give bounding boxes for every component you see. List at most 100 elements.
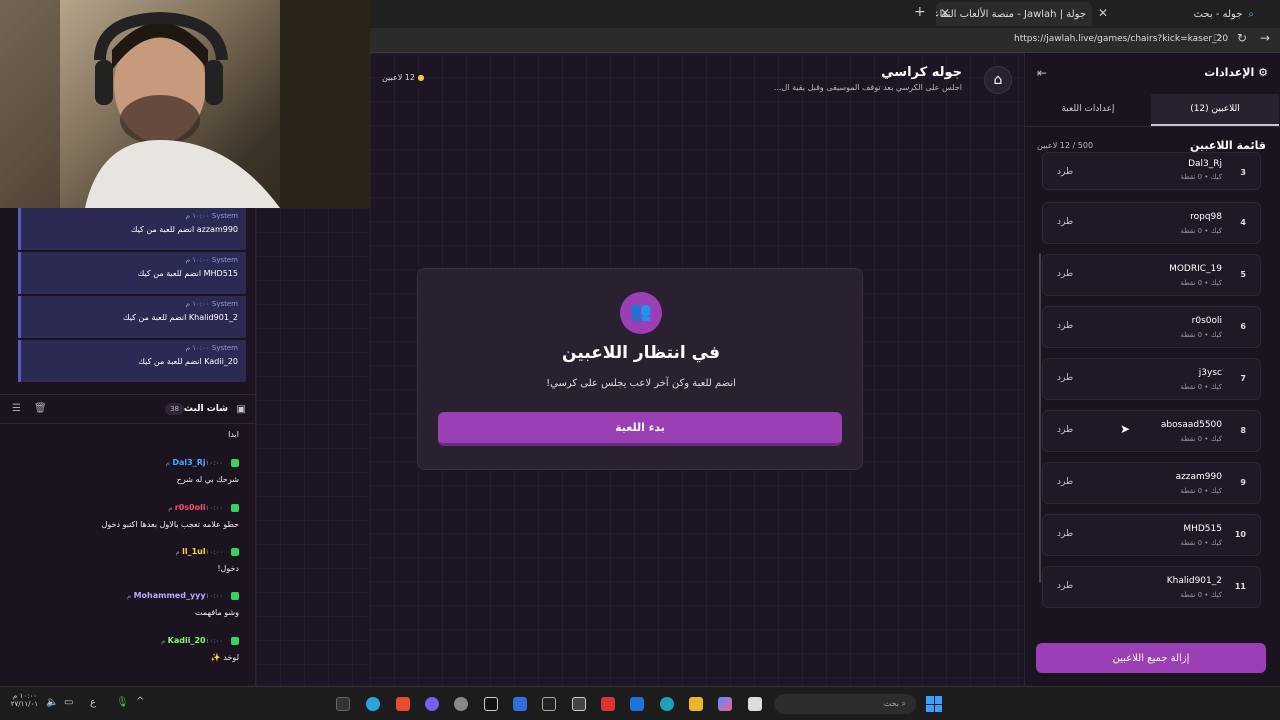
collapse-panel-icon[interactable]: ⇤: [1037, 66, 1047, 80]
window-icon[interactable]: [513, 697, 527, 711]
settings-icon[interactable]: [454, 697, 468, 711]
home-icon[interactable]: ⌂: [984, 66, 1012, 94]
folder-icon[interactable]: [689, 697, 703, 711]
kick-icon: [231, 503, 239, 512]
start-game-button[interactable]: بدء اللعبة: [438, 412, 842, 446]
windows-start-icon[interactable]: [926, 696, 942, 712]
edge-icon[interactable]: [660, 697, 674, 711]
chat-text: حطو علامه تعجب بالاول بعدها اكتبو دخول: [101, 520, 239, 529]
chevron-up-icon[interactable]: ^: [136, 696, 144, 707]
tab-label: جوله - بحث: [1193, 8, 1243, 20]
telegram-icon[interactable]: [366, 697, 380, 711]
player-meta: كيك • 0 نقطة: [1180, 331, 1222, 339]
system-message: System ١٠:٠٠ م Khalid901_2 انضم للعبة من…: [18, 296, 246, 338]
chat-text: شرحك بي له شرح: [176, 475, 239, 484]
kick-icon: [231, 458, 239, 467]
message-sender: System: [211, 344, 238, 352]
taskbar-search[interactable]: ⌕ بحث: [774, 694, 916, 714]
app-ctrl-icon[interactable]: [542, 697, 556, 711]
system-message: System ١٠:٠٠ م azzam990 انضم للعبة من كي…: [18, 208, 246, 250]
players-list-title: قائمة اللاعبين: [1190, 139, 1266, 152]
player-row: 6 r0s0oli كيك • 0 نقطة طرد: [1042, 306, 1261, 348]
url-field[interactable]: https://jawlah.live/games/chairs?kick=ka…: [1014, 34, 1228, 44]
player-row: 4 ropq98 كيك • 0 نقطة طرد: [1042, 202, 1261, 244]
kick-player-button[interactable]: طرد: [1057, 217, 1073, 227]
kick-player-button[interactable]: طرد: [1057, 581, 1073, 591]
chat-text: لوخد ✨: [210, 653, 239, 662]
tiktok-icon[interactable]: [484, 697, 498, 711]
message-time: ١٠:٠٠ م: [185, 300, 210, 308]
chat-text: وشو مافهمت: [195, 608, 239, 617]
reload-icon[interactable]: ↻: [1237, 31, 1247, 45]
player-number: 11: [1234, 582, 1246, 591]
tab-players[interactable]: اللاعبين (12): [1151, 94, 1279, 126]
terminal-icon[interactable]: [336, 697, 350, 711]
kick-player-button[interactable]: طرد: [1057, 269, 1073, 279]
trash-icon[interactable]: 🗑: [34, 403, 47, 414]
tab-jawlah[interactable]: جولة | Jawlah - منصة الألعاب التفاعلية: [936, 2, 1092, 26]
kick-player-button[interactable]: طرد: [1057, 167, 1073, 177]
message-text: azzam990 انضم للعبة من كيك: [130, 225, 238, 234]
message-text: Khalid901_2 انضم للعبة من كيك: [123, 313, 238, 322]
outlook-icon[interactable]: [630, 697, 644, 711]
streaming-app-icon[interactable]: [396, 697, 410, 711]
player-name: Khalid901_2: [1166, 576, 1222, 586]
waiting-subtitle: انضم للعبة وكن آخر لاعب يجلس على كرسي!: [546, 378, 736, 389]
kick-player-button[interactable]: طرد: [1057, 529, 1073, 539]
kick-player-button[interactable]: طرد: [1057, 321, 1073, 331]
clock[interactable]: ١٠:٠٠ م ٢٧/١١/٠١: [10, 692, 38, 708]
game-title: جوله كراسي: [881, 65, 962, 80]
player-meta: كيك • 0 نقطة: [1180, 435, 1222, 443]
remove-all-players-button[interactable]: إزالة جميع اللاعبين: [1036, 643, 1266, 673]
scrollbar[interactable]: [1039, 253, 1041, 583]
taskbar: ١٠:٠٠ م ٢٧/١١/٠١ 🔈 ▭ ع 🎙 ^ ⌕ بحث: [0, 686, 1280, 720]
system-message: System ١٠:٠٠ م Kadii_20 انضم للعبة من كي…: [18, 340, 246, 382]
cursor-icon: ➤: [1120, 422, 1131, 436]
message-sender: System: [211, 300, 238, 308]
clock-date: ٢٧/١١/٠١: [10, 700, 38, 708]
app-icon[interactable]: [572, 697, 586, 711]
app-red-icon[interactable]: [601, 697, 615, 711]
battery-icon[interactable]: ▭: [64, 697, 73, 708]
app-white-icon[interactable]: [748, 697, 762, 711]
kick-icon: [231, 547, 239, 556]
kick-player-button[interactable]: طرد: [1057, 425, 1073, 435]
message-sender: System: [211, 212, 238, 220]
copilot-icon[interactable]: [718, 697, 732, 711]
kick-player-button[interactable]: طرد: [1057, 477, 1073, 487]
streamer-image: [0, 0, 370, 208]
player-number: 6: [1240, 322, 1246, 331]
new-tab-icon[interactable]: +: [914, 4, 926, 20]
player-name: r0s0oli: [1191, 316, 1222, 326]
player-row: 7 j3ysc كيك • 0 نقطة طرد: [1042, 358, 1261, 400]
player-count: 12 لاعبين: [382, 73, 415, 82]
chat-count-badge: 38: [165, 403, 184, 415]
discord-icon[interactable]: [425, 697, 439, 711]
player-row: 3 Dal3_Rj كيك • 0 نقطة طرد: [1042, 152, 1261, 190]
chat-header: ▣ شات البث 38 🗑 ☰: [0, 394, 256, 424]
chat-user: ll_1ul: [182, 547, 206, 556]
player-row: 9 azzam990 كيك • 0 نقطة طرد: [1042, 462, 1261, 504]
search-placeholder: بحث: [883, 699, 899, 708]
player-meta: كيك • 0 نقطة: [1180, 591, 1222, 599]
close-icon[interactable]: ✕: [1098, 6, 1108, 20]
player-meta: كيك • 0 نقطة: [1180, 227, 1222, 235]
forward-icon[interactable]: →: [1260, 31, 1270, 45]
player-number: 7: [1240, 374, 1246, 383]
player-row: 10 MHD515 كيك • 0 نقطة طرد: [1042, 514, 1261, 556]
system-message: System ١٠:٠٠ م MHD515 انضم للعبة من كيك: [18, 252, 246, 294]
language-indicator[interactable]: ع: [90, 697, 96, 708]
close-icon[interactable]: ✕: [940, 6, 950, 20]
kick-player-button[interactable]: طرد: [1057, 373, 1073, 383]
gear-icon: ⚙: [1258, 66, 1268, 79]
waiting-title: في انتظار اللاعبين: [562, 343, 720, 363]
tab-game-settings[interactable]: إعدادات اللعبة: [1025, 94, 1151, 126]
player-number: 9: [1240, 478, 1246, 487]
player-name: Dal3_Rj: [1188, 159, 1222, 169]
player-meta: كيك • 0 نقطة: [1180, 487, 1222, 495]
tab-search[interactable]: ⌕ جوله - بحث: [1110, 2, 1260, 26]
layout-icon[interactable]: ☰: [12, 403, 21, 414]
game-background: [256, 208, 370, 686]
volume-icon[interactable]: 🔈: [46, 697, 58, 708]
microphone-icon[interactable]: 🎙: [116, 697, 129, 708]
